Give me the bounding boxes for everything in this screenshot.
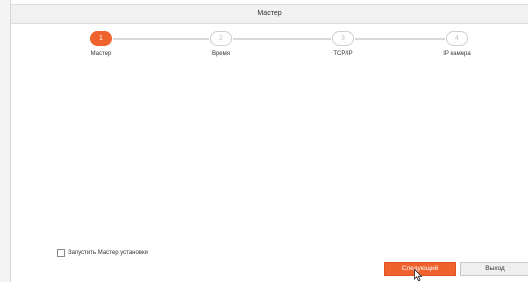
step-1-badge: 1 (90, 31, 112, 46)
exit-button[interactable]: Выход (460, 262, 528, 276)
step-master: 1 Мастер (61, 29, 141, 57)
step-4-label: IP камера (443, 51, 471, 57)
step-1-label: Мастер (90, 51, 112, 57)
run-wizard-option[interactable]: Запустить Мастер установки (57, 249, 148, 257)
run-wizard-label: Запустить Мастер установки (68, 250, 148, 256)
run-wizard-checkbox[interactable] (57, 249, 65, 257)
step-3-badge: 3 (332, 31, 354, 46)
step-time: 2 Время (181, 29, 261, 57)
step-3-label: TCP/IP (333, 51, 353, 57)
step-2-badge: 2 (210, 31, 232, 46)
window-title: Мастер (11, 4, 528, 24)
mouse-cursor-icon (414, 269, 423, 282)
step-tcpip: 3 TCP/IP (303, 29, 383, 57)
wizard-steps: 1 Мастер 2 Время 3 TCP/IP 4 IP камера (11, 29, 528, 69)
step-2-label: Время (211, 51, 231, 57)
step-ip-camera: 4 IP камера (417, 29, 497, 57)
wizard-window: Мастер 1 Мастер 2 Время 3 TCP/IP 4 IP ка… (10, 0, 528, 282)
step-4-badge: 4 (446, 31, 468, 46)
